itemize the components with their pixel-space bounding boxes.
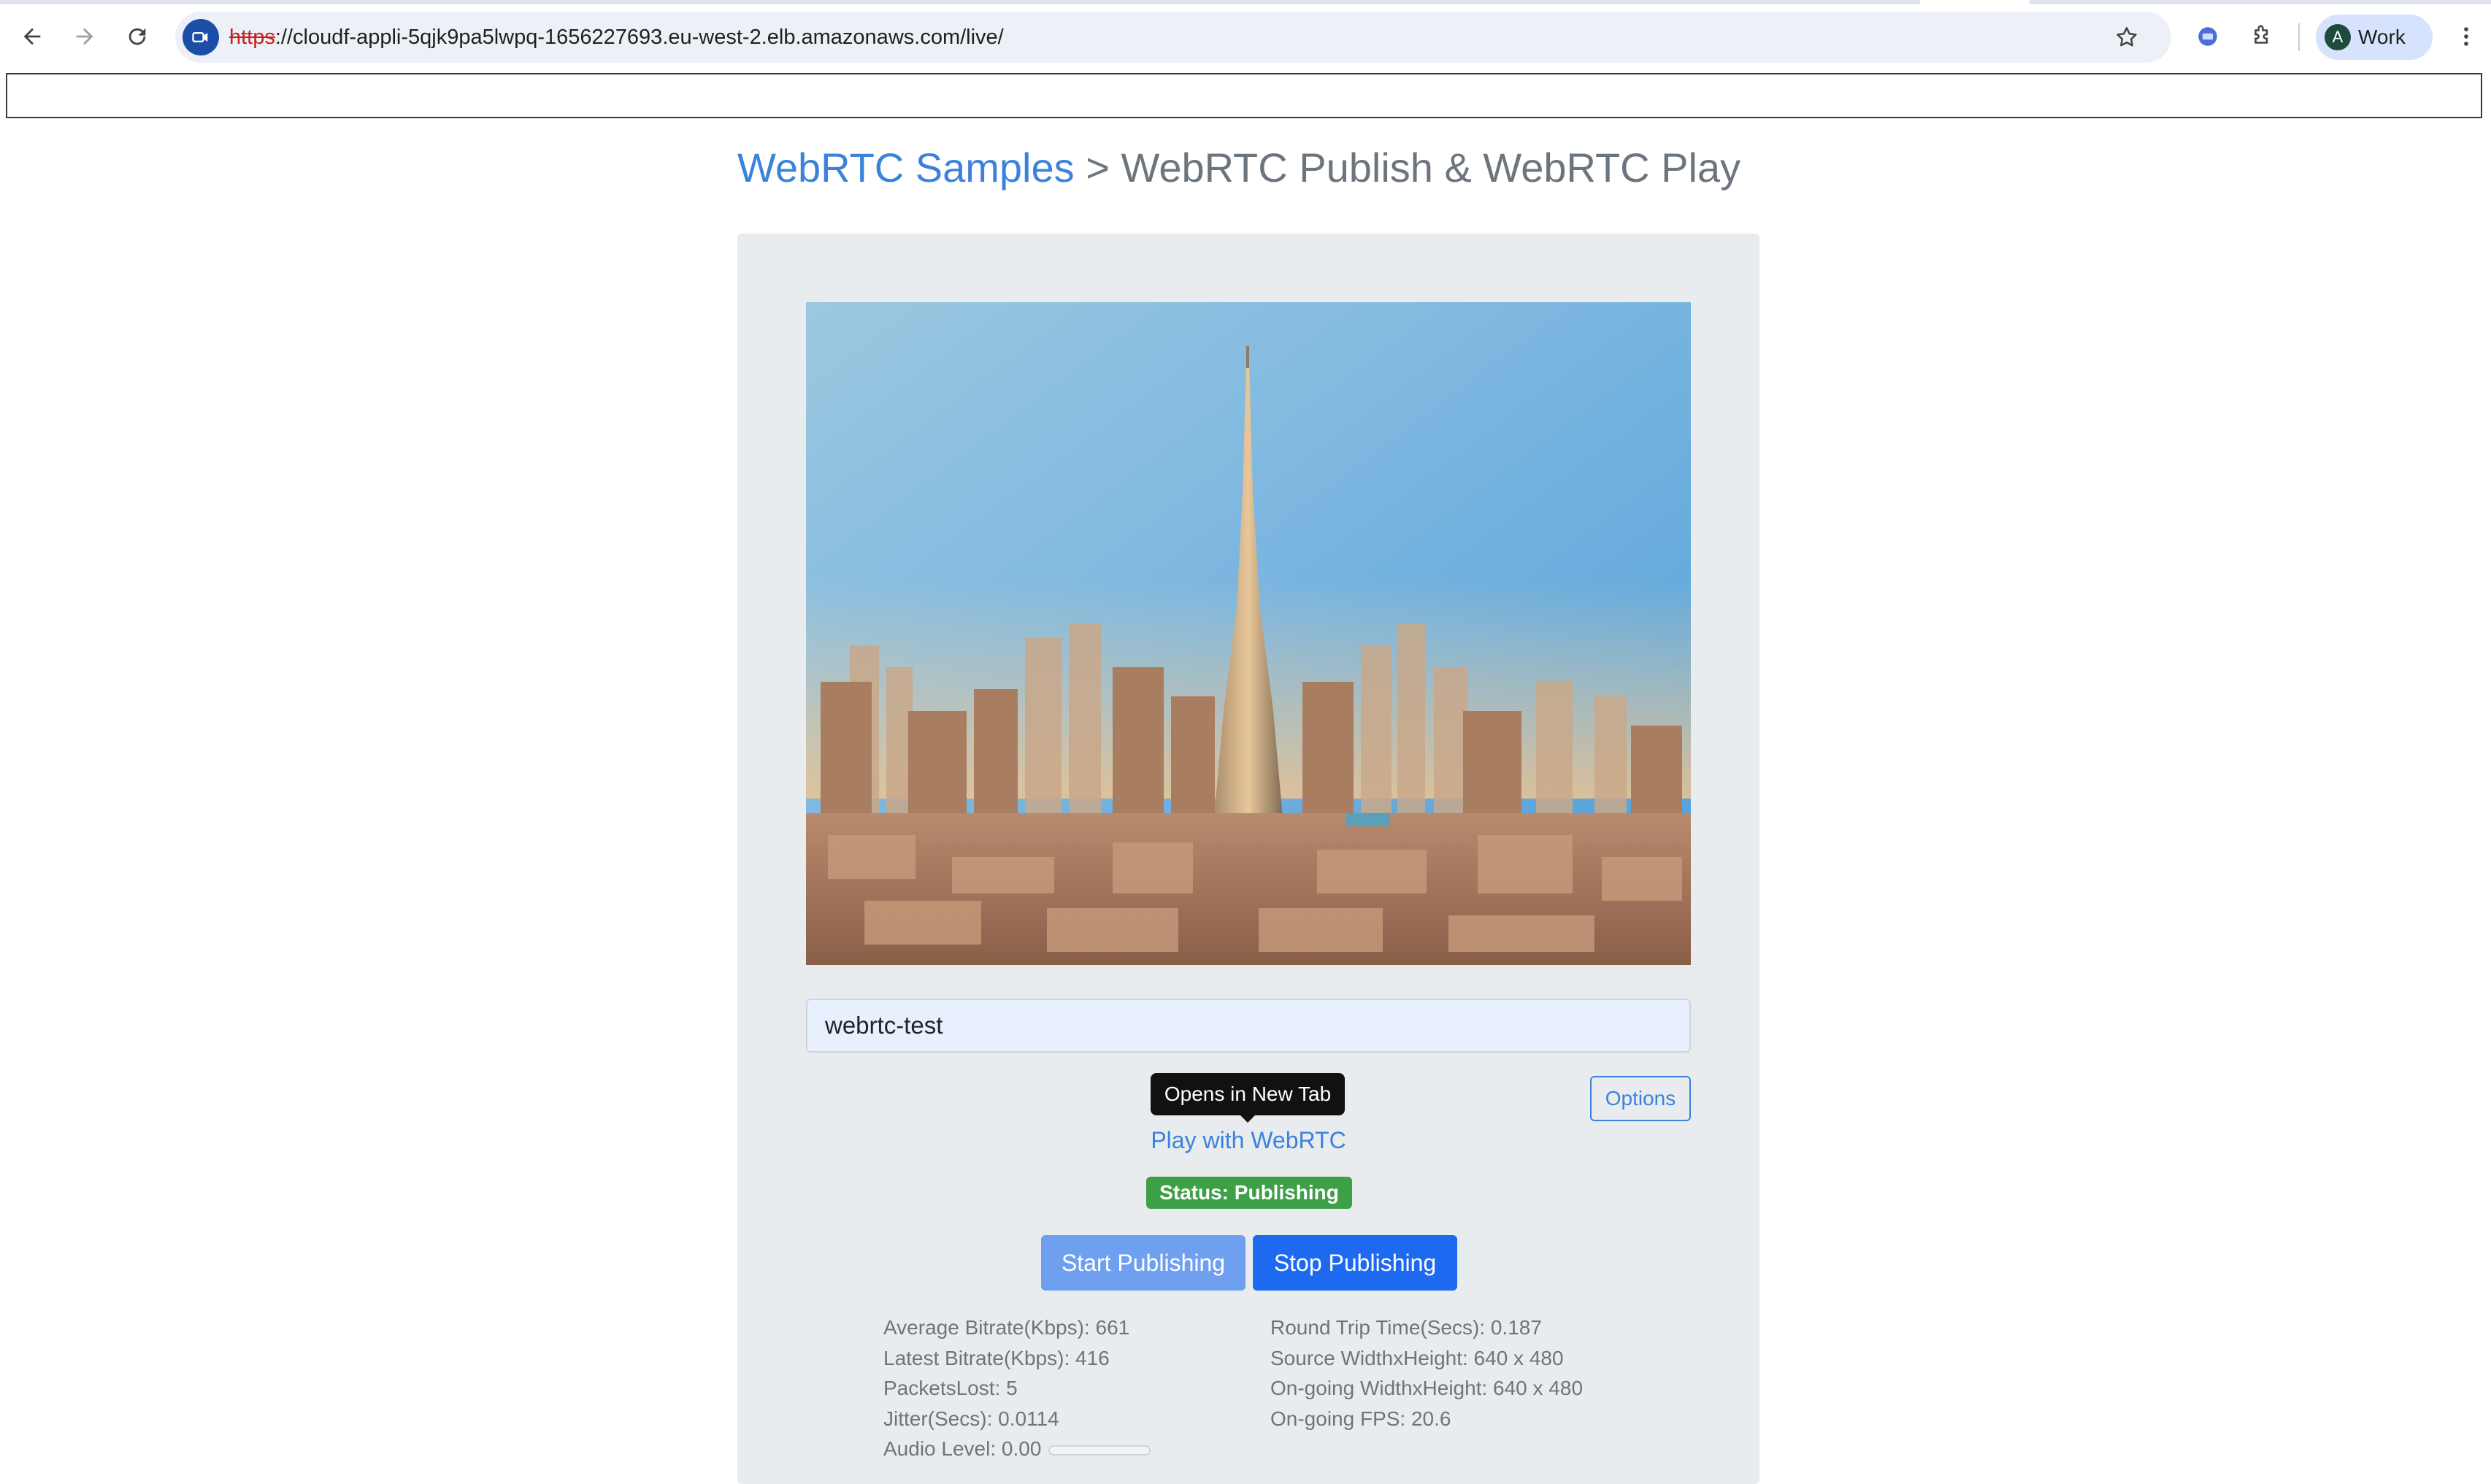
audio-level-meter — [1048, 1445, 1151, 1456]
url-scheme: https — [229, 26, 275, 49]
url-path: ://cloudf-appli-5qjk9pa5lwpq-1656227693.… — [275, 26, 1004, 49]
forward-icon[interactable] — [63, 15, 107, 58]
toolbar-divider — [2298, 23, 2300, 51]
reload-icon[interactable] — [115, 15, 159, 58]
stream-id-input[interactable] — [806, 999, 1691, 1053]
bookmarks-bar — [6, 73, 2482, 118]
stat-audio-level: Audio Level: 0.00 — [883, 1437, 1042, 1460]
city-skyline-video-frame — [806, 302, 1691, 965]
stop-publishing-button[interactable]: Stop Publishing — [1253, 1235, 1457, 1291]
camera-icon[interactable] — [183, 19, 219, 55]
tooltip: Opens in New Tab — [1151, 1073, 1345, 1123]
stat-round-trip-time: Round Trip Time(Secs): 0.187 — [1270, 1316, 1542, 1339]
breadcrumb-current: > WebRTC Publish & WebRTC Play — [1074, 145, 1741, 191]
extensions-puzzle-icon[interactable] — [2240, 15, 2284, 58]
extension-badge-icon[interactable] — [2186, 15, 2230, 58]
play-with-webrtc-link[interactable]: Play with WebRTC — [737, 1124, 1759, 1156]
url-text[interactable]: https://cloudf-appli-5qjk9pa5lwpq-165622… — [229, 24, 1004, 50]
stat-ongoing-fps: On-going FPS: 20.6 — [1270, 1407, 1451, 1430]
options-button[interactable]: Options — [1590, 1076, 1691, 1121]
bookmark-star-icon[interactable] — [2110, 20, 2143, 54]
publish-panel: Opens in New Tab Play with WebRTC Option… — [737, 234, 1759, 1484]
profile-button[interactable]: A Work — [2316, 15, 2433, 60]
profile-name: Work — [2358, 26, 2406, 48]
back-icon[interactable] — [10, 15, 54, 58]
stat-source-resolution: Source WidthxHeight: 640 x 480 — [1270, 1346, 1564, 1369]
stat-jitter: Jitter(Secs): 0.0114 — [883, 1407, 1059, 1430]
stat-packets-lost: PacketsLost: 5 — [883, 1377, 1018, 1399]
breadcrumb-link[interactable]: WebRTC Samples — [737, 145, 1075, 191]
stat-audio-level-row: Audio Level: 0.00 — [883, 1434, 1151, 1464]
stat-average-bitrate: Average Bitrate(Kbps): 661 — [883, 1316, 1130, 1339]
status-badge: Status: Publishing — [1146, 1177, 1352, 1209]
stats-right-column: Round Trip Time(Secs): 0.187 Source Widt… — [1270, 1312, 1583, 1434]
browser-toolbar: https://cloudf-appli-5qjk9pa5lwpq-165622… — [0, 4, 2491, 69]
stat-ongoing-resolution: On-going WidthxHeight: 640 x 480 — [1270, 1377, 1584, 1399]
avatar: A — [2325, 24, 2351, 50]
start-publishing-button[interactable]: Start Publishing — [1041, 1235, 1246, 1291]
kebab-menu-icon[interactable] — [2444, 15, 2488, 58]
stats-left-column: Average Bitrate(Kbps): 661 Latest Bitrat… — [883, 1312, 1151, 1464]
stat-latest-bitrate: Latest Bitrate(Kbps): 416 — [883, 1346, 1110, 1369]
local-video — [806, 302, 1691, 965]
page-title: WebRTC Samples > WebRTC Publish & WebRTC… — [737, 139, 1740, 197]
address-bar[interactable]: https://cloudf-appli-5qjk9pa5lwpq-165622… — [175, 12, 2171, 63]
